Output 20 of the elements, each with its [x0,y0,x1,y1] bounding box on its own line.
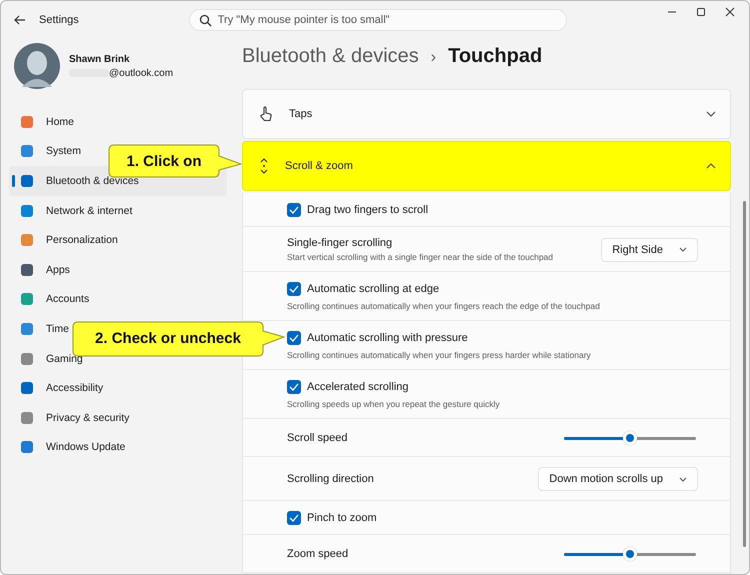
user-email: @outlook.com [109,68,174,78]
setting-label: Single-finger scrolling [287,237,394,249]
setting-label: Pinch to zoom [307,512,377,524]
setting-label: Zoom speed [287,548,348,560]
setting-label: Accelerated scrolling [307,381,408,393]
setting-description: Start vertical scrolling with a single finger near the side of the touchpad [287,252,554,262]
setting-description: Scrolling continues automatically when your fingers press harder while stationary [287,350,592,360]
setting-label: Automatic scrolling at edge [307,283,440,295]
callout-tooltip: 1. Click on [108,144,242,178]
user-name: Shawn Brink [69,54,131,64]
page-title: Touchpad [448,45,542,68]
setting-label: Scrolling direction [287,473,374,485]
breadcrumb-separator: › [430,49,436,67]
setting-label: Scroll speed [287,432,348,444]
window-title: Settings [39,14,79,26]
setting-label: Drag two fingers to scroll [307,204,428,216]
setting-label: Automatic scrolling with pressure [307,332,468,344]
setting-description: Scrolling speeds up when you repeat the gesture quickly [287,399,501,409]
callout-tooltip: 2. Check or uncheck [72,321,285,357]
setting-description: Scrolling continues automatically when your fingers reach the edge of the touchpad [287,301,601,311]
